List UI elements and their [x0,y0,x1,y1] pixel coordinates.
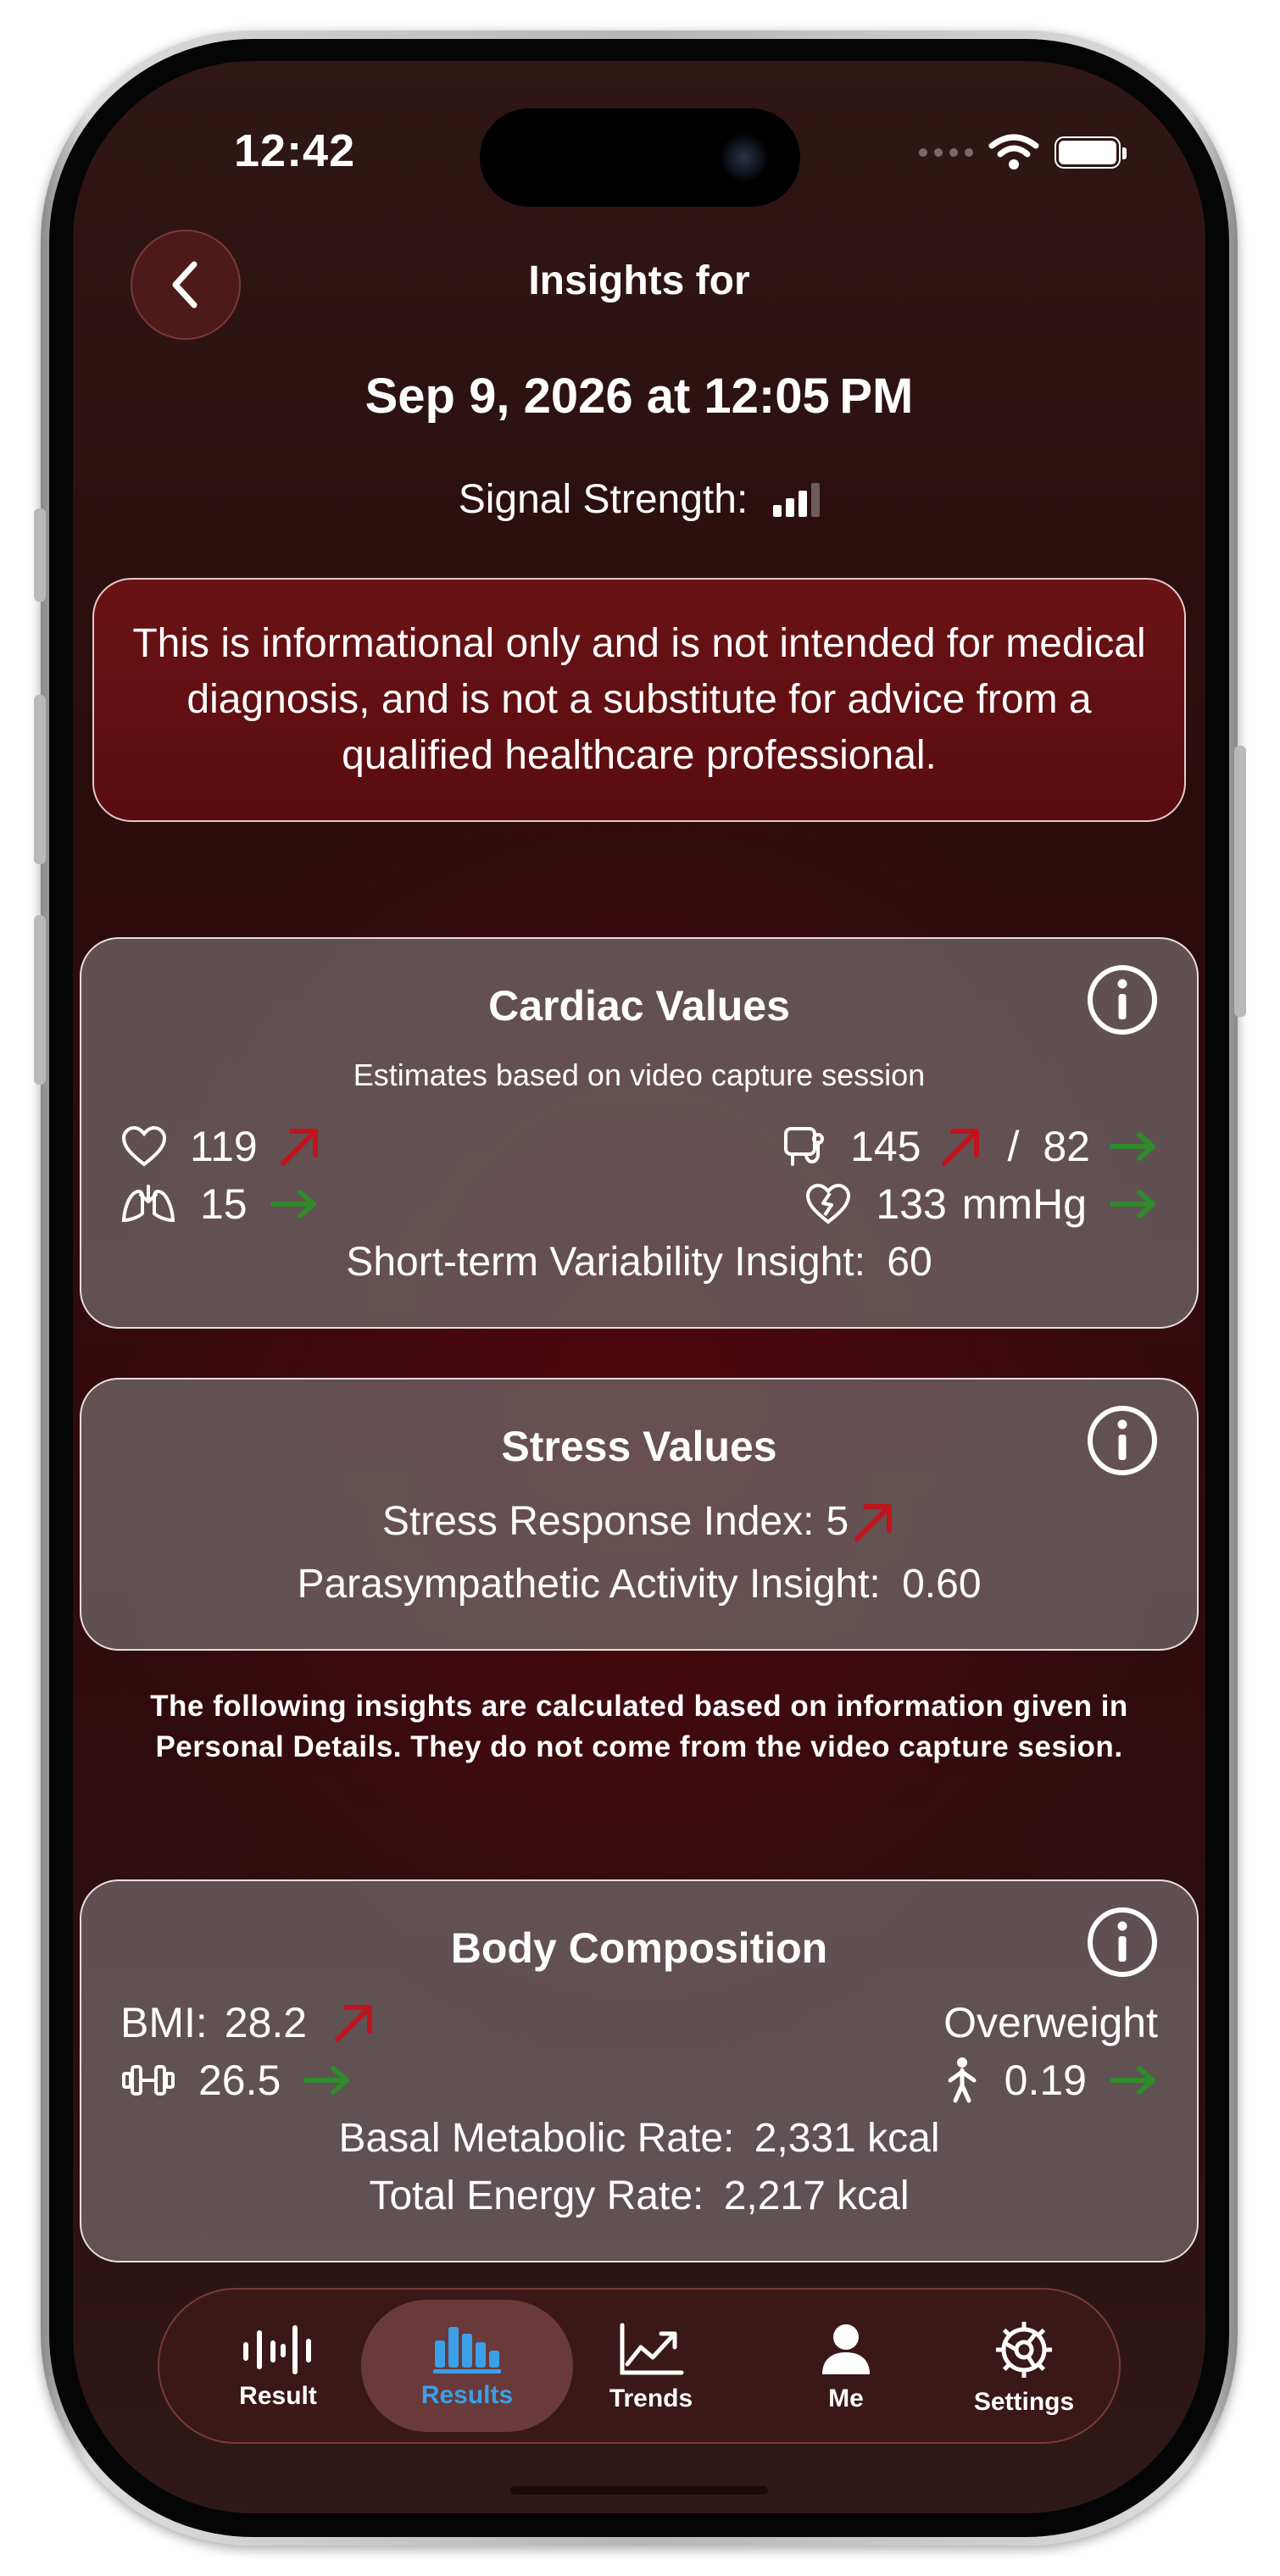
variability-line: Short-term Variability Insight: 60 [81,1239,1197,1285]
home-indicator [510,2486,768,2495]
wifi-icon [988,134,1039,169]
trend-up-icon [335,2005,373,2042]
blood-pressure-row: 145 / 82 [781,1122,1158,1171]
person-icon [822,2324,870,2374]
tab-bar: Result Results Trends Me Settings [158,2288,1121,2444]
blood-pressure-icon [784,1127,825,1166]
cardiac-card: Cardiac Values Estimates based on video … [80,937,1199,1329]
systolic-value: 145 [850,1123,921,1170]
variability-label: Short-term Variability Insight: [346,1240,865,1285]
tab-settings[interactable]: Settings [931,2290,1117,2446]
waveform-icon [243,2325,311,2374]
trend-steady-icon [1110,2066,1155,2095]
waist-ratio-value: 0.19 [1004,2057,1087,2104]
heart-rate-row: 119 [120,1122,322,1171]
trend-steady-icon [303,2066,350,2095]
tab-label: Results [420,2381,514,2409]
stress-title: Stress Values [501,1423,777,1470]
pulse-pressure-row: 133 mmHg [804,1180,1158,1229]
heart-rate-value: 119 [190,1123,258,1170]
bmi-value: 28.2 [224,1999,308,2046]
status-time: 12:42 [234,125,356,176]
dynamic-island [480,108,800,207]
tab-me[interactable]: Me [753,2290,939,2446]
trend-steady-icon [1110,1190,1155,1219]
personal-details-note: The following insights are calculated ba… [150,1690,1128,1763]
bmi-row: BMI: 28.2 [120,1998,376,2047]
bar-chart-icon [433,2327,501,2373]
battery-icon [1055,136,1127,169]
info-icon[interactable] [1087,964,1158,1035]
signal-label: Signal Strength: [458,477,749,522]
cardiac-title: Cardiac Values [488,982,790,1030]
ter-line: Total Energy Rate: 2,217 kcal [81,2173,1197,2219]
tab-results[interactable]: Results [361,2300,573,2432]
bmi-label: BMI: [120,1999,208,2046]
volume-down-button [34,915,46,1085]
dumbbell-icon [122,2065,175,2096]
tab-label: Me [828,2384,864,2412]
info-icon[interactable] [1087,1405,1158,1476]
disclaimer-text: This is informational only and is not in… [132,621,1146,778]
stress-index-value: 5 [826,1499,849,1544]
bmr-value: 2,331 kcal [754,2116,940,2161]
screen: 12:42 Insights for Sep 9, 2026 at 12:05 … [73,61,1205,2513]
power-button [1234,746,1246,1017]
bp-separator: / [1007,1123,1020,1170]
lungs-icon [121,1185,175,1223]
volume-up-button [34,695,46,864]
broken-heart-icon [806,1183,851,1224]
bmi-category: Overweight [943,1999,1158,2046]
parasympathetic-label: Parasympathetic Activity Insight: [297,1562,881,1607]
parasympathetic-line: Parasympathetic Activity Insight: 0.60 [81,1561,1197,1607]
tab-trends[interactable]: Trends [558,2290,744,2446]
trend-steady-icon [1110,1132,1155,1161]
gear-icon [996,2322,1052,2378]
body-composition-card: Body Composition BMI: 28.2 26.5 Overweig… [80,1879,1199,2262]
trend-up-icon [280,1129,318,1166]
bmr-line: Basal Metabolic Rate: 2,331 kcal [81,2115,1197,2162]
ter-value: 2,217 kcal [723,2174,910,2218]
bmr-label: Basal Metabolic Rate: [338,2116,735,2161]
cardiac-subtitle: Estimates based on video capture session [353,1058,926,1092]
info-icon[interactable] [1087,1907,1158,1978]
tab-result[interactable]: Result [185,2290,371,2446]
breathing-rate-row: 15 [120,1180,319,1229]
stress-index-line: Stress Response Index: 5 [81,1498,1197,1545]
bmi-category-row: Overweight [943,1998,1158,2047]
waist-ratio-row: 0.19 [943,2056,1158,2105]
stress-index-label: Stress Response Index: [381,1499,815,1544]
ter-label: Total Energy Rate: [369,2174,704,2218]
person-standing-icon [948,2057,977,2103]
trend-up-icon [942,1129,980,1166]
signal-strength: Signal Strength: [73,476,1205,523]
heart-icon [121,1125,167,1167]
tab-label: Settings [973,2388,1075,2416]
page-title: Insights for [528,258,750,303]
pulse-pressure-value: 133 [876,1180,947,1228]
disclaimer-banner: This is informational only and is not in… [92,578,1186,822]
stress-card: Stress Values Stress Response Index: 5 P… [80,1378,1199,1651]
tab-label: Trends [609,2384,693,2412]
body-fat-value: 26.5 [198,2057,281,2104]
parasympathetic-value: 0.60 [902,1562,982,1607]
body-composition-title: Body Composition [450,1924,828,1972]
action-button [34,508,46,602]
pulse-pressure-unit: mmHg [961,1180,1087,1228]
tab-label: Result [239,2382,317,2410]
status-icons [919,134,1127,171]
trend-chart-icon [620,2323,684,2375]
signal-bars-icon [773,482,821,517]
camera-icon [721,134,768,181]
diastolic-value: 82 [1043,1123,1090,1170]
session-date: Sep 9, 2026 at 12:05 PM [365,369,914,424]
breathing-rate-value: 15 [200,1180,248,1228]
cellular-dots-icon [919,148,973,157]
body-fat-row: 26.5 [120,2056,352,2105]
trend-steady-icon [270,1190,316,1219]
trend-up-icon [854,1503,893,1541]
variability-value: 60 [887,1240,932,1285]
